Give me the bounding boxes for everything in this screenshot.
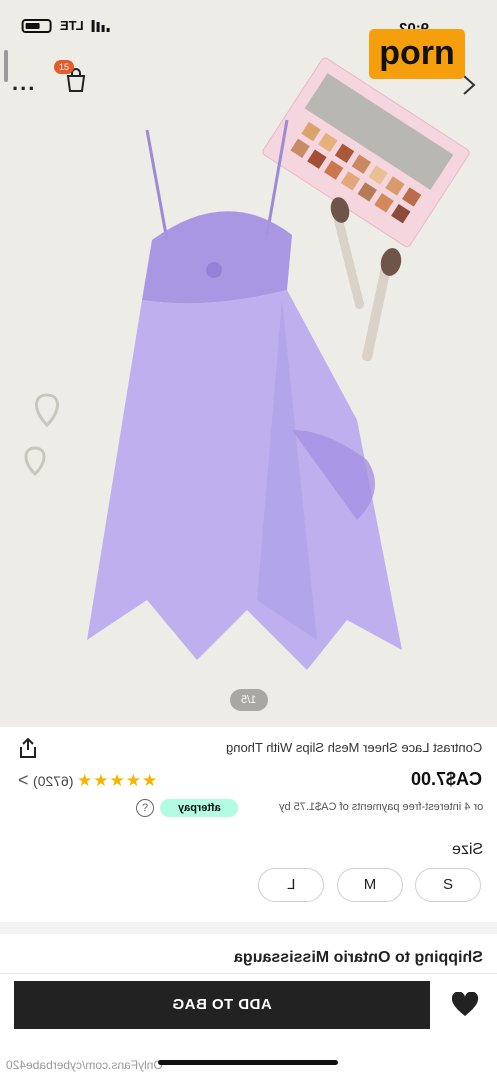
watermark: OnlyFans.com/cyberbabe420 <box>6 1058 163 1072</box>
heart-icon[interactable] <box>451 992 479 1018</box>
afterpay-badge: afterpay <box>160 799 238 817</box>
size-option-m[interactable]: M <box>337 868 403 902</box>
chevron-left-icon: < <box>18 770 29 790</box>
gallery-pager-label: 1/5 <box>241 694 257 706</box>
product-info: Contrast Lace Sheer Mesh Slips With Thon… <box>0 727 497 922</box>
add-to-bag-label: ADD TO BAG <box>172 996 272 1013</box>
product-photo[interactable]: LTE 9:02 ... 15 porn 1/5 <box>0 0 497 727</box>
shipping-label: Shipping to Ontario Mississauga <box>234 949 483 966</box>
product-photo-art <box>0 0 497 727</box>
review-count-text: (6720) <box>32 772 73 789</box>
gallery-pager: 1/5 <box>230 689 268 711</box>
installments-text: or 4 interest-free payments of CA$1.75 b… <box>279 801 483 813</box>
section-divider <box>0 922 497 934</box>
afterpay-label: afterpay <box>177 802 221 814</box>
shipping-row[interactable]: Shipping to Ontario Mississauga <box>234 949 483 967</box>
size-option-l[interactable]: L <box>258 868 324 902</box>
more-button[interactable]: ... <box>12 70 36 96</box>
battery-icon <box>22 18 52 33</box>
size-option-s[interactable]: S <box>415 868 481 902</box>
edge-handle <box>4 50 8 82</box>
rating-row[interactable]: < (6720) ★★★★★ <box>18 770 158 791</box>
size-option-l-label: L <box>286 876 296 893</box>
status-icons: LTE <box>22 18 110 33</box>
size-label-text: Size <box>451 841 483 858</box>
size-label: Size <box>452 841 483 859</box>
installments-label: or 4 interest-free payments of CA$1.75 b… <box>278 801 483 813</box>
product-title-text: Contrast Lace Sheer Mesh Slips With Thon… <box>225 740 482 755</box>
network-label: LTE <box>60 18 84 33</box>
watermark-text: OnlyFans.com/cyberbabe420 <box>6 1058 163 1072</box>
share-icon[interactable] <box>16 736 40 760</box>
product-title: Contrast Lace Sheer Mesh Slips With Thon… <box>226 740 482 755</box>
product-price: CA$7.00 <box>411 769 482 790</box>
product-price-text: CA$7.00 <box>410 769 482 789</box>
brand-badge: porn <box>369 29 465 79</box>
divider <box>0 973 497 974</box>
review-count: (6720) <box>33 773 73 789</box>
help-icon[interactable]: ? <box>136 799 154 817</box>
rating-stars: ★★★★★ <box>76 770 159 790</box>
home-indicator[interactable] <box>158 1060 338 1065</box>
add-to-bag-button[interactable]: ADD TO BAG <box>14 981 430 1029</box>
signal-icon <box>91 19 110 32</box>
cart-count-badge: 15 <box>54 60 74 74</box>
